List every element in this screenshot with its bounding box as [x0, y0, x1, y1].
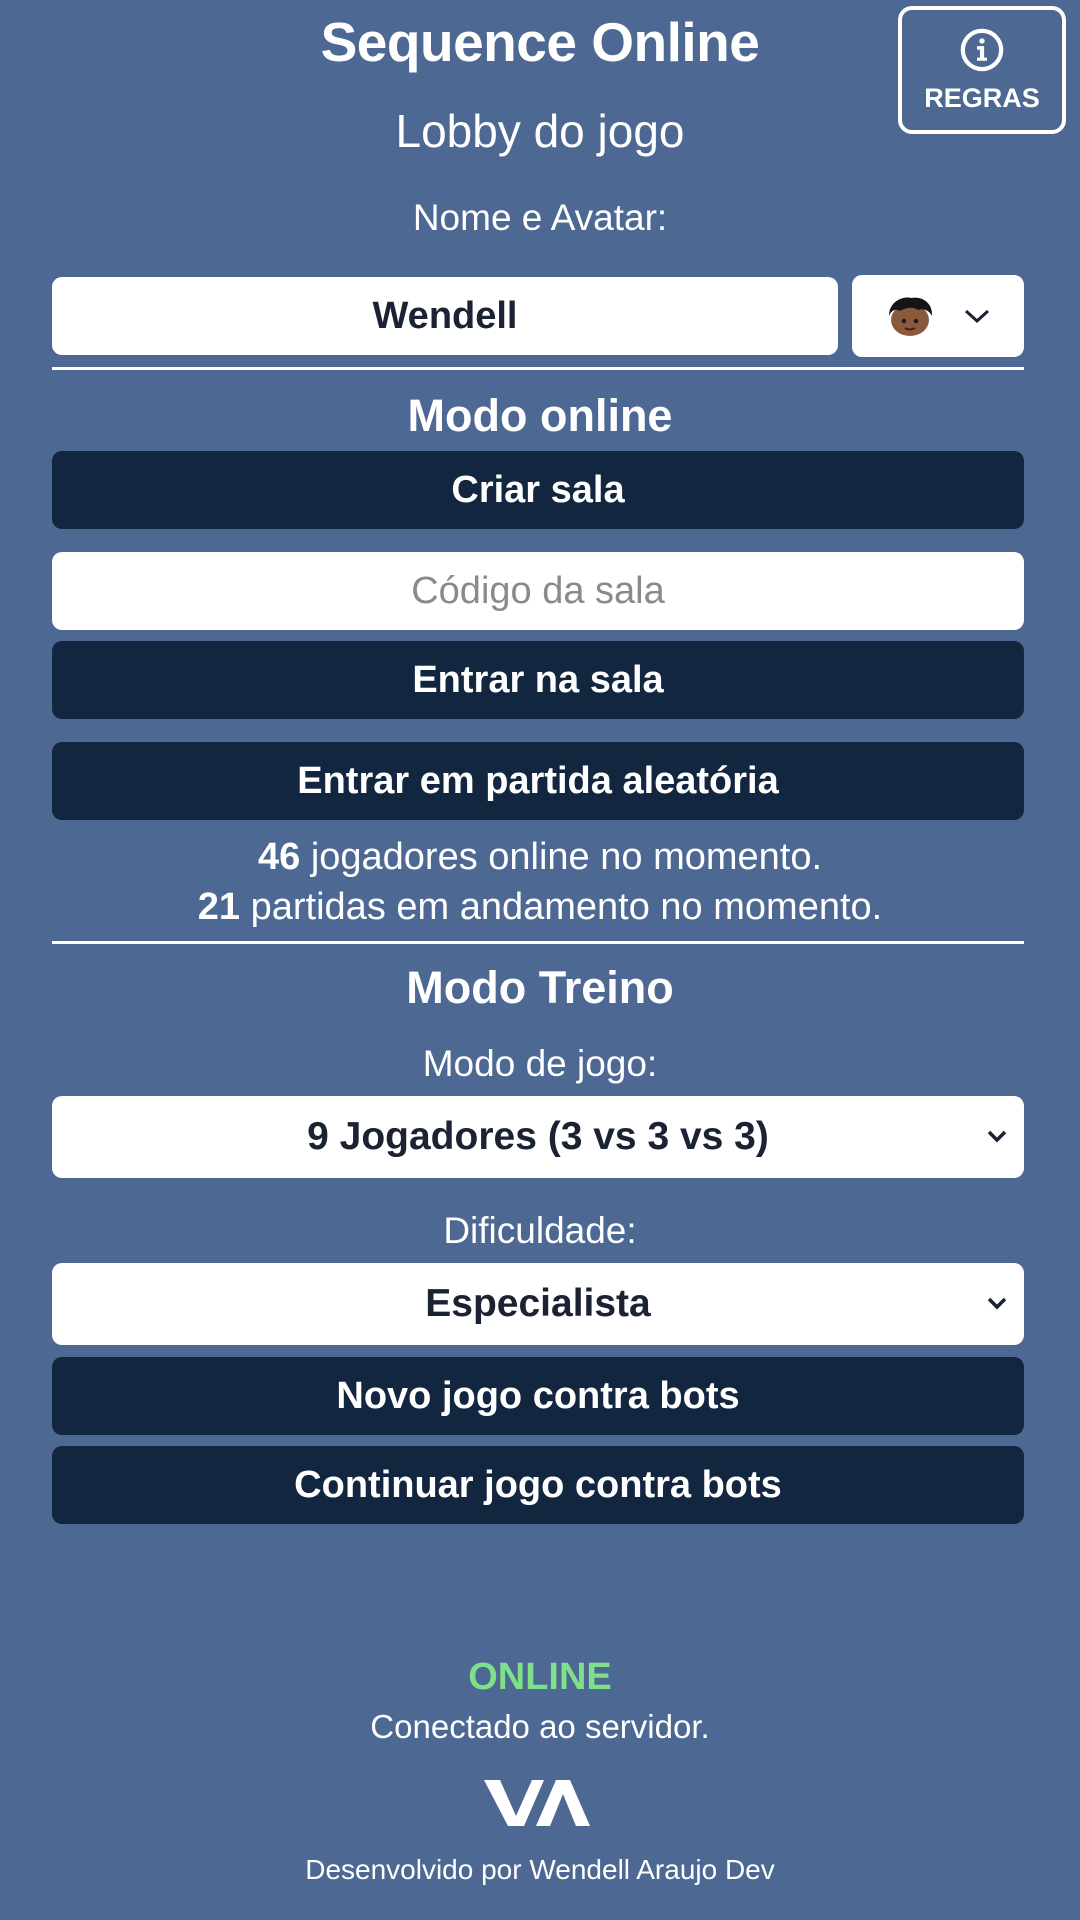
training-mode-title: Modo Treino [406, 962, 674, 1013]
footer-credit: Desenvolvido por Wendell Araujo Dev [305, 1854, 775, 1885]
game-mode-select[interactable]: 9 Jogadores (3 vs 3 vs 3) [52, 1096, 1024, 1178]
join-room-button[interactable]: Entrar na sala [52, 641, 1024, 719]
connection-status: ONLINE [468, 1656, 612, 1698]
avatar-icon [889, 297, 933, 336]
matches-text: partidas em andamento no momento. [250, 886, 883, 928]
chevron-down-icon [964, 309, 990, 324]
create-room-button[interactable]: Criar sala [52, 451, 1024, 529]
divider [52, 367, 1024, 370]
game-mode-value: 9 Jogadores (3 vs 3 vs 3) [307, 1115, 769, 1158]
players-count: 46 [257, 836, 301, 878]
name-input[interactable] [52, 277, 838, 355]
players-online-stat: 46 jogadores online no momento. [0, 836, 1080, 879]
matches-count: 21 [197, 886, 241, 928]
developer-logo [484, 1780, 590, 1826]
difficulty-select[interactable]: Especialista [52, 1263, 1024, 1345]
random-match-button[interactable]: Entrar em partida aleatória [52, 742, 1024, 820]
online-mode-title: Modo online [407, 390, 673, 441]
continue-bot-game-button[interactable]: Continuar jogo contra bots [52, 1446, 1024, 1524]
profile-label: Nome e Avatar: [412, 197, 668, 238]
room-code-input[interactable] [52, 552, 1024, 630]
difficulty-label: Dificuldade: [443, 1210, 637, 1251]
chevron-down-icon [987, 1297, 1007, 1310]
chevron-down-icon [987, 1130, 1007, 1143]
rules-button[interactable]: REGRAS [898, 6, 1066, 134]
info-icon [960, 28, 1004, 71]
players-text: jogadores online no momento. [310, 836, 823, 878]
matches-stat: 21 partidas em andamento no momento. [0, 886, 1080, 929]
game-mode-label: Modo de jogo: [422, 1043, 658, 1084]
divider [52, 941, 1024, 944]
connection-message: Conectado ao servidor. [370, 1708, 710, 1745]
new-bot-game-button[interactable]: Novo jogo contra bots [52, 1357, 1024, 1435]
avatar-select[interactable] [852, 275, 1024, 357]
rules-label: REGRAS [924, 82, 1040, 113]
difficulty-value: Especialista [425, 1282, 651, 1325]
